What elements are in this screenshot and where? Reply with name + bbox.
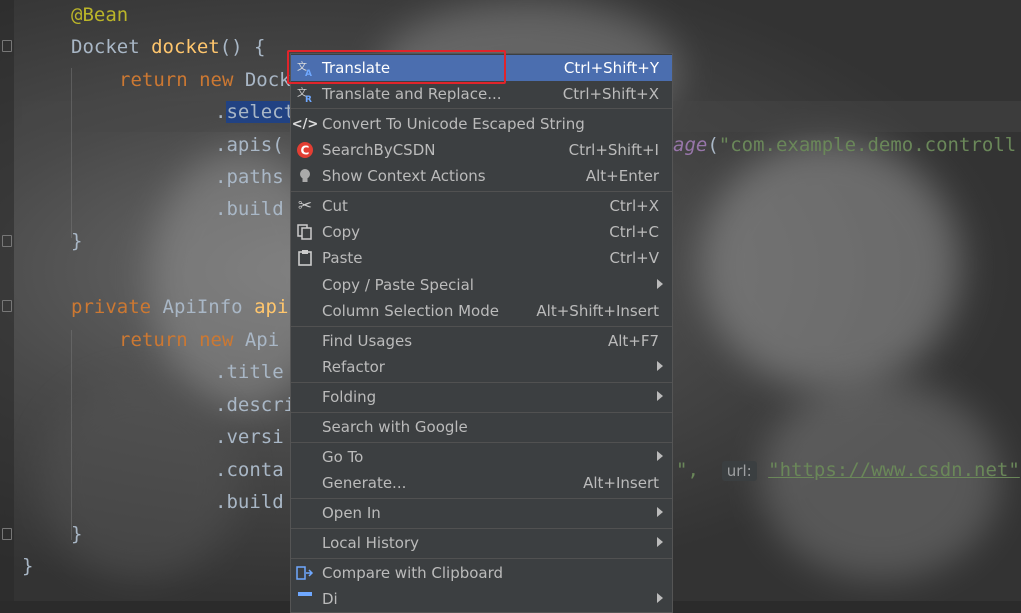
menu-item-generate[interactable]: Generate... Alt+Insert xyxy=(291,470,672,496)
code-line-3: return new Dock xyxy=(119,69,291,91)
annotation-highlight-box xyxy=(287,50,506,84)
menu-item-refactor[interactable]: Refactor xyxy=(291,354,672,380)
translate-replace-icon: 文R xyxy=(296,85,314,103)
csdn-icon: C xyxy=(296,141,314,159)
menu-separator xyxy=(291,191,672,192)
indent-guide xyxy=(71,330,72,540)
menu-item-show-context-actions[interactable]: Show Context Actions Alt+Enter xyxy=(291,163,672,189)
indent-guide xyxy=(71,68,72,238)
menu-separator xyxy=(291,442,672,443)
menu-item-cut[interactable]: ✂ Cut Ctrl+X xyxy=(291,193,672,219)
code-line-5: .apis( xyxy=(215,134,284,156)
code-line-15-right: ", url: "https://www.csdn.net", xyxy=(676,459,1021,481)
menu-separator xyxy=(291,498,672,499)
bulb-icon xyxy=(296,167,314,185)
menu-item-find-usages[interactable]: Find Usages Alt+F7 xyxy=(291,328,672,354)
parameter-hint: url: xyxy=(721,461,757,481)
code-line-11: return new Api xyxy=(119,329,280,351)
code-line-7: .build xyxy=(215,198,284,220)
code-line-2: Docket docket() { xyxy=(71,36,266,58)
code-line-6: .paths xyxy=(215,166,284,188)
paste-icon xyxy=(296,249,314,267)
menu-separator xyxy=(291,528,672,529)
menu-item-go-to[interactable]: Go To xyxy=(291,444,672,470)
menu-separator xyxy=(291,108,672,109)
svg-text:C: C xyxy=(301,144,310,158)
code-line-12: .title xyxy=(215,361,284,383)
code-line-5-right: age("com.example.demo.controll xyxy=(673,134,1017,156)
code-line-8: } xyxy=(71,230,83,252)
menu-item-search-csdn[interactable]: C SearchByCSDN Ctrl+Shift+I xyxy=(291,137,672,163)
menu-item-folding[interactable]: Folding xyxy=(291,384,672,410)
selected-text: select xyxy=(226,101,296,123)
menu-item-copy-paste-special[interactable]: Copy / Paste Special xyxy=(291,272,672,298)
menu-item-translate-and-replace[interactable]: 文R Translate and Replace... Ctrl+Shift+X xyxy=(291,81,672,107)
copy-icon xyxy=(296,223,314,241)
svg-text:R: R xyxy=(305,95,312,103)
menu-item-search-with-google[interactable]: Search with Google xyxy=(291,414,672,440)
menu-separator xyxy=(291,382,672,383)
fold-marker-icon[interactable] xyxy=(2,40,12,52)
menu-item-open-in[interactable]: Open In xyxy=(291,500,672,526)
submenu-arrow-icon xyxy=(657,391,663,401)
context-menu: 文A Translate Ctrl+Shift+Y 文R Translate a… xyxy=(290,53,673,613)
scissors-icon: ✂ xyxy=(297,196,313,216)
submenu-arrow-icon xyxy=(657,507,663,517)
menu-item-column-selection-mode[interactable]: Column Selection Mode Alt+Shift+Insert xyxy=(291,298,672,324)
menu-separator xyxy=(291,558,672,559)
diagram-icon xyxy=(296,590,314,608)
menu-separator xyxy=(291,412,672,413)
code-line-18: } xyxy=(22,555,34,577)
code-line-14: .versi xyxy=(215,426,284,448)
fold-marker-icon[interactable] xyxy=(2,300,12,312)
code-line-10: private ApiInfo api xyxy=(71,296,289,318)
code-icon: </> xyxy=(291,116,319,132)
code-line-17: } xyxy=(71,523,83,545)
menu-separator xyxy=(291,326,672,327)
menu-item-convert-unicode[interactable]: </> Convert To Unicode Escaped String xyxy=(291,111,672,137)
fold-marker-icon[interactable] xyxy=(2,528,12,540)
submenu-arrow-icon xyxy=(657,451,663,461)
menu-item-diagrams[interactable]: Di xyxy=(291,586,672,612)
code-line-15: .conta xyxy=(215,459,284,481)
url-link: "https://www.csdn.net" xyxy=(768,459,1020,481)
code-line-13: .descri xyxy=(215,394,296,416)
compare-icon xyxy=(296,564,314,582)
menu-item-copy[interactable]: Copy Ctrl+C xyxy=(291,219,672,245)
fold-marker-icon[interactable] xyxy=(2,235,12,247)
submenu-arrow-icon xyxy=(657,593,663,603)
menu-item-compare-with-clipboard[interactable]: Compare with Clipboard xyxy=(291,560,672,586)
submenu-arrow-icon xyxy=(657,537,663,547)
code-annotation: @Bean xyxy=(71,4,129,26)
submenu-arrow-icon xyxy=(657,279,663,289)
code-line-16: .build xyxy=(215,491,284,513)
code-line-4: .select xyxy=(215,101,296,123)
menu-item-paste[interactable]: Paste Ctrl+V xyxy=(291,245,672,271)
submenu-arrow-icon xyxy=(657,361,663,371)
menu-item-local-history[interactable]: Local History xyxy=(291,530,672,556)
